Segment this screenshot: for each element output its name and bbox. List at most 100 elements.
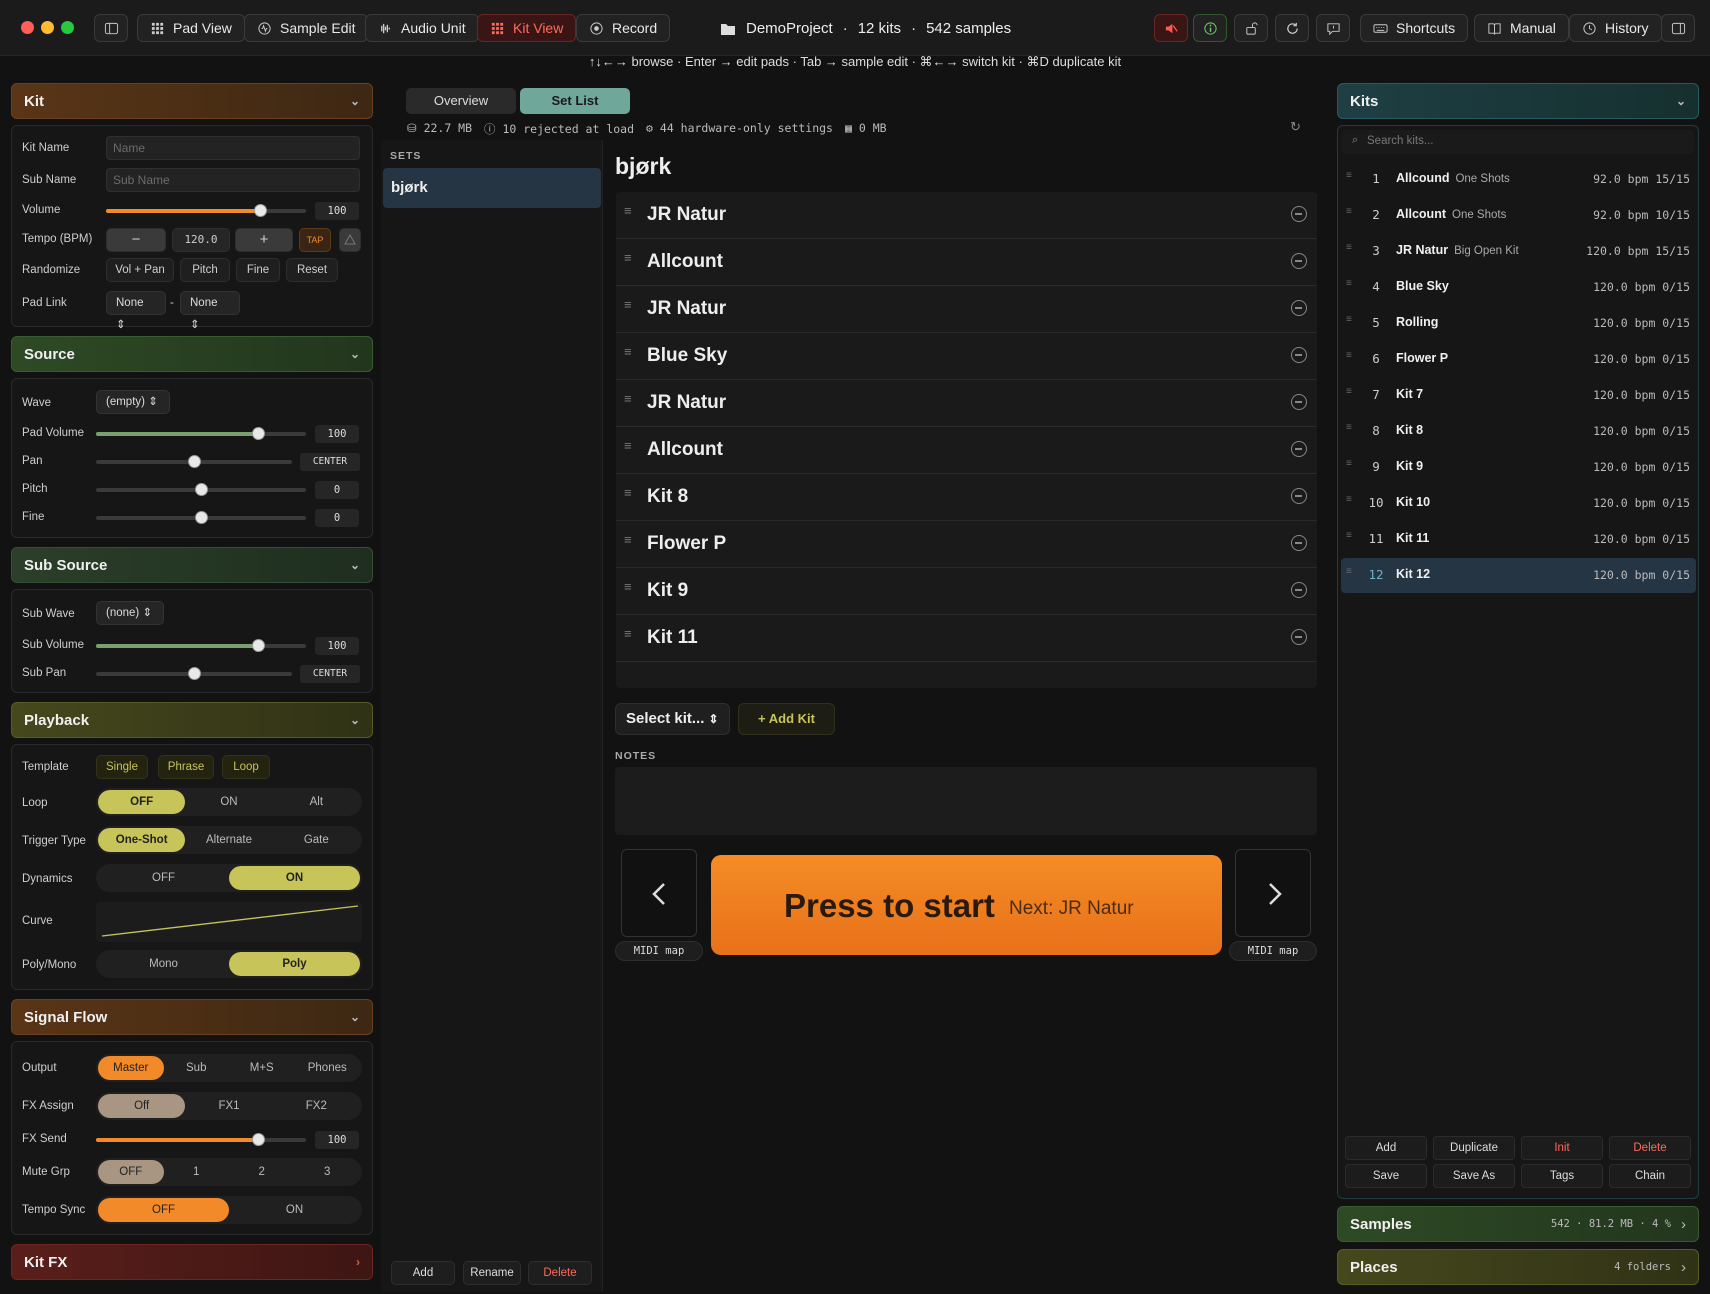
kit-list-item[interactable]: ≡ 5 Rolling 120.0 bpm 0/15 <box>1342 306 1696 340</box>
pad-link-to-select[interactable]: None ⇕ <box>180 291 240 331</box>
loop-off-option[interactable]: OFF <box>98 790 186 814</box>
previous-kit-button[interactable] <box>621 849 697 937</box>
setlist-row[interactable]: ≡ JR Natur <box>616 381 1317 427</box>
signal-flow-panel-header[interactable]: Signal Flow ⌄ <box>11 999 373 1035</box>
add-kit-button[interactable]: + Add Kit <box>738 703 835 735</box>
mono-option[interactable]: Mono <box>98 952 229 976</box>
mute-group-3-option[interactable]: 3 <box>295 1160 361 1184</box>
drag-handle-icon[interactable]: ≡ <box>1346 495 1356 505</box>
record-button[interactable]: Record <box>576 14 671 42</box>
curve-editor[interactable] <box>96 902 362 942</box>
mute-group-2-option[interactable]: 2 <box>229 1160 295 1184</box>
pitch-slider[interactable] <box>96 483 306 496</box>
drag-handle-icon[interactable]: ≡ <box>624 204 636 217</box>
close-window-button[interactable] <box>21 21 34 34</box>
drag-handle-icon[interactable]: ≡ <box>624 486 636 499</box>
volume-slider[interactable] <box>106 204 306 217</box>
kit-list-item[interactable]: ≡ 12 Kit 12 120.0 bpm 0/15 <box>1342 558 1696 592</box>
drag-handle-icon[interactable]: ≡ <box>624 627 636 640</box>
setlist-row[interactable]: ≡ Kit 11 <box>616 616 1317 662</box>
sample-edit-button[interactable]: Sample Edit <box>244 14 369 42</box>
sub-wave-select[interactable]: (none) ⇕ <box>96 601 164 625</box>
template-phrase-button[interactable]: Phrase <box>158 755 214 779</box>
tab-set-list[interactable]: Set List <box>520 88 630 114</box>
setlist-row[interactable]: ≡ Kit 9 <box>616 569 1317 615</box>
feedback-button[interactable] <box>1316 14 1350 42</box>
playback-panel-header[interactable]: Playback ⌄ <box>11 702 373 738</box>
drag-handle-icon[interactable]: ≡ <box>624 251 636 264</box>
kit-init-button[interactable]: Init <box>1521 1136 1603 1160</box>
remove-circle-icon[interactable] <box>1291 582 1307 598</box>
drag-handle-icon[interactable]: ≡ <box>1346 531 1356 541</box>
setlist-row[interactable]: ≡ Kit 8 <box>616 475 1317 521</box>
kit-list-item[interactable]: ≡ 9 Kit 9 120.0 bpm 0/15 <box>1342 450 1696 484</box>
audio-unit-button[interactable]: Audio Unit <box>365 14 479 42</box>
kit-list-item[interactable]: ≡ 11 Kit 11 120.0 bpm 0/15 <box>1342 522 1696 556</box>
kit-tags-button[interactable]: Tags <box>1521 1164 1603 1188</box>
remove-circle-icon[interactable] <box>1291 300 1307 316</box>
dynamics-on-option[interactable]: ON <box>229 866 360 890</box>
drag-handle-icon[interactable]: ≡ <box>624 439 636 452</box>
tab-overview[interactable]: Overview <box>406 88 516 114</box>
tap-tempo-button[interactable]: TAP <box>299 228 331 252</box>
trigger-gate-option[interactable]: Gate <box>273 828 360 852</box>
kits-search-input[interactable]: ⌕ Search kits... <box>1342 130 1694 154</box>
shortcuts-button[interactable]: Shortcuts <box>1360 14 1469 42</box>
remove-circle-icon[interactable] <box>1291 535 1307 551</box>
drag-handle-icon[interactable]: ≡ <box>1346 315 1356 325</box>
randomize-reset-button[interactable]: Reset <box>286 258 338 282</box>
sub-source-panel-header[interactable]: Sub Source ⌄ <box>11 547 373 583</box>
zoom-window-button[interactable] <box>61 21 74 34</box>
select-kit-dropdown[interactable]: Select kit... ⇕ <box>615 703 730 735</box>
sub-volume-slider[interactable] <box>96 639 306 652</box>
drag-handle-icon[interactable]: ≡ <box>624 392 636 405</box>
kit-view-button[interactable]: Kit View <box>477 14 577 42</box>
rename-set-button[interactable]: Rename <box>463 1261 521 1285</box>
fx-assign-fx2-option[interactable]: FX2 <box>273 1094 360 1118</box>
trigger-alternate-option[interactable]: Alternate <box>185 828 272 852</box>
drag-handle-icon[interactable]: ≡ <box>1346 423 1356 433</box>
kit-chain-button[interactable]: Chain <box>1609 1164 1691 1188</box>
next-kit-button[interactable] <box>1235 849 1311 937</box>
manual-button[interactable]: Manual <box>1474 14 1569 42</box>
drag-handle-icon[interactable]: ≡ <box>624 580 636 593</box>
wave-select[interactable]: (empty) ⇕ <box>96 390 170 414</box>
reload-icon[interactable]: ↻ <box>1290 119 1301 135</box>
fx-send-slider[interactable] <box>96 1133 306 1146</box>
kit-save-button[interactable]: Save <box>1345 1164 1427 1188</box>
dynamics-off-option[interactable]: OFF <box>98 866 229 890</box>
trigger-one-shot-option[interactable]: One-Shot <box>98 828 186 852</box>
drag-handle-icon[interactable]: ≡ <box>1346 243 1356 253</box>
setlist-row[interactable]: ≡ Flower P <box>616 522 1317 568</box>
setlist-row[interactable]: ≡ Allcount <box>616 240 1317 286</box>
poly-option[interactable]: Poly <box>229 952 360 976</box>
kit-add-button[interactable]: Add <box>1345 1136 1427 1160</box>
places-panel-header[interactable]: Places 4 folders › <box>1337 1249 1699 1285</box>
tempo-warning-button[interactable] <box>339 228 361 252</box>
info-button[interactable] <box>1193 14 1227 42</box>
drag-handle-icon[interactable]: ≡ <box>624 533 636 546</box>
samples-panel-header[interactable]: Samples 542 · 81.2 MB · 4 % › <box>1337 1206 1699 1242</box>
kit-duplicate-button[interactable]: Duplicate <box>1433 1136 1515 1160</box>
kit-list-item[interactable]: ≡ 8 Kit 8 120.0 bpm 0/15 <box>1342 414 1696 448</box>
pad-view-button[interactable]: Pad View <box>137 14 245 42</box>
kit-list-item[interactable]: ≡ 2 Allcount One Shots 92.0 bpm 10/15 <box>1342 198 1696 232</box>
kit-list-item[interactable]: ≡ 7 Kit 7 120.0 bpm 0/15 <box>1342 378 1696 412</box>
mute-group-off-option[interactable]: OFF <box>98 1160 164 1184</box>
template-single-button[interactable]: Single <box>96 755 148 779</box>
remove-circle-icon[interactable] <box>1291 441 1307 457</box>
kit-list-item[interactable]: ≡ 10 Kit 10 120.0 bpm 0/15 <box>1342 486 1696 520</box>
delete-set-button[interactable]: Delete <box>528 1261 592 1285</box>
sidebar-toggle-button[interactable] <box>94 14 128 42</box>
kit-fx-panel-header[interactable]: Kit FX › <box>11 1244 373 1280</box>
kits-panel-header[interactable]: Kits ⌄ <box>1337 83 1699 119</box>
notes-field[interactable] <box>615 767 1317 835</box>
drag-handle-icon[interactable]: ≡ <box>1346 567 1356 577</box>
pad-link-from-select[interactable]: None ⇕ <box>106 291 166 331</box>
output-master-option[interactable]: Master <box>98 1056 164 1080</box>
tempo-sync-off-option[interactable]: OFF <box>98 1198 229 1222</box>
output-ms-option[interactable]: M+S <box>229 1056 295 1080</box>
loop-on-option[interactable]: ON <box>185 790 272 814</box>
drag-handle-icon[interactable]: ≡ <box>624 345 636 358</box>
output-sub-option[interactable]: Sub <box>164 1056 230 1080</box>
